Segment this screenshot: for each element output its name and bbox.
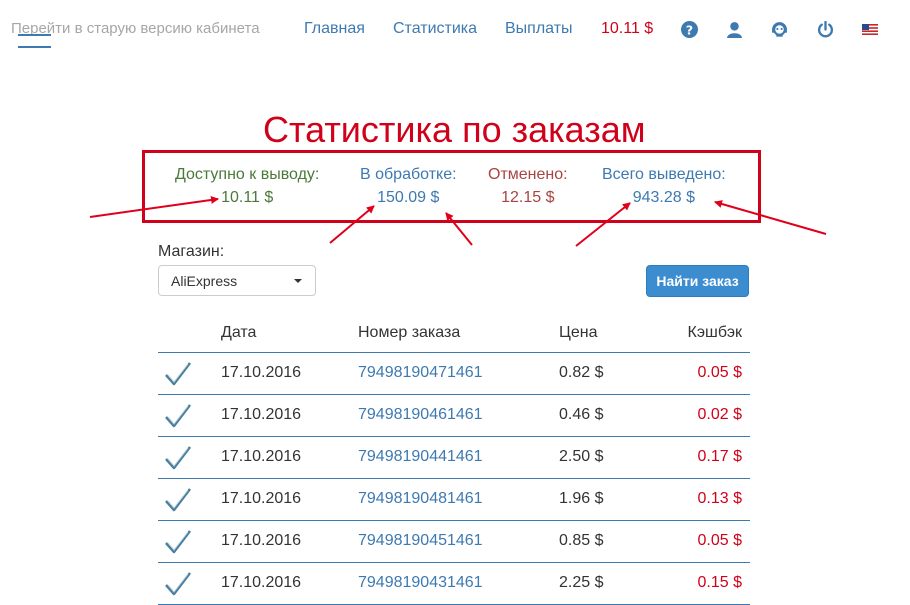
table-row: 17.10.2016 79498190461461 0.46 $ 0.02 $ (158, 395, 750, 437)
menu-icon[interactable] (18, 34, 51, 48)
order-number-link[interactable]: 79498190471461 (358, 364, 483, 382)
order-number-link[interactable]: 79498190461461 (358, 406, 483, 424)
find-order-button[interactable]: Найти заказ (646, 265, 749, 297)
chevron-down-icon (294, 279, 302, 283)
order-date: 17.10.2016 (221, 574, 302, 591)
order-date: 17.10.2016 (221, 490, 302, 507)
checkmark-icon (164, 445, 192, 471)
order-date: 17.10.2016 (221, 406, 302, 423)
cancelled-stat: Отменено: 12.15 $ (488, 166, 568, 207)
order-cashback: 0.02 $ (697, 406, 742, 423)
order-price: 1.96 $ (559, 490, 604, 507)
table-row: 17.10.2016 79498190471461 0.82 $ 0.05 $ (158, 353, 750, 395)
help-icon[interactable]: ? (681, 21, 698, 38)
order-number-link[interactable]: 79498190431461 (358, 574, 483, 592)
cancelled-label: Отменено: (488, 166, 568, 183)
table-row: 17.10.2016 79498190481461 1.96 $ 0.13 $ (158, 479, 750, 521)
orders-table: Дата Номер заказа Цена Кэшбэк 17.10.2016… (158, 312, 750, 605)
nav-stats[interactable]: Статистика (393, 20, 477, 38)
order-price: 2.50 $ (559, 448, 604, 465)
cancelled-value: 12.15 $ (501, 189, 555, 206)
shop-select[interactable]: AliExpress (158, 265, 316, 296)
order-date: 17.10.2016 (221, 448, 302, 465)
header-date: Дата (221, 324, 257, 341)
table-row: 17.10.2016 79498190441461 2.50 $ 0.17 $ (158, 437, 750, 479)
nav-home[interactable]: Главная (304, 20, 365, 38)
us-flag-icon[interactable] (862, 24, 878, 35)
shop-select-value: AliExpress (171, 273, 238, 289)
header-cashback: Кэшбэк (687, 324, 742, 341)
order-cashback: 0.05 $ (697, 532, 742, 549)
processing-value: 150.09 $ (377, 189, 440, 206)
power-icon[interactable] (817, 21, 834, 38)
withdrawn-value: 943.28 $ (632, 189, 695, 206)
balance-badge[interactable]: 10.11 $ (601, 20, 653, 38)
header-price: Цена (559, 324, 598, 341)
order-number-link[interactable]: 79498190451461 (358, 532, 483, 550)
order-cashback: 0.13 $ (697, 490, 742, 507)
page-title: Статистика по заказам (263, 109, 646, 150)
available-stat: Доступно к выводу: 10.11 $ (175, 166, 319, 207)
withdrawn-label: Всего выведено: (602, 166, 726, 183)
available-value: 10.11 $ (221, 189, 274, 206)
header-order: Номер заказа (358, 324, 461, 341)
order-number-link[interactable]: 79498190481461 (358, 490, 483, 508)
table-row: 17.10.2016 79498190431461 2.25 $ 0.15 $ (158, 563, 750, 605)
withdrawn-stat: Всего выведено: 943.28 $ (602, 166, 726, 207)
checkmark-icon (164, 571, 192, 597)
table-header: Дата Номер заказа Цена Кэшбэк (158, 312, 750, 353)
shop-label: Магазин: (158, 243, 225, 260)
order-price: 0.82 $ (559, 364, 604, 381)
order-cashback: 0.15 $ (697, 574, 742, 591)
order-price: 0.46 $ (559, 406, 604, 423)
support-icon[interactable] (771, 21, 788, 38)
order-price: 0.85 $ (559, 532, 604, 549)
order-cashback: 0.05 $ (697, 364, 742, 381)
table-body: 17.10.2016 79498190471461 0.82 $0.05 $17.1… (158, 353, 750, 605)
table-row: 17.10.2016 79498190451461 0.85 $ 0.05 $ (158, 521, 750, 563)
processing-label: В обработке: (360, 166, 457, 183)
available-label: Доступно к выводу: (175, 166, 320, 183)
checkmark-icon (164, 529, 192, 555)
nav-payouts[interactable]: Выплаты (505, 20, 573, 38)
order-date: 17.10.2016 (221, 532, 302, 549)
checkmark-icon (164, 361, 192, 387)
order-number-link[interactable]: 79498190441461 (358, 448, 483, 466)
svg-text:?: ? (686, 23, 693, 38)
order-price: 2.25 $ (559, 574, 604, 591)
checkmark-icon (164, 403, 192, 429)
order-cashback: 0.17 $ (697, 448, 742, 465)
processing-stat: В обработке: 150.09 $ (360, 166, 457, 207)
user-icon[interactable] (726, 21, 743, 38)
checkmark-icon (164, 487, 192, 513)
order-date: 17.10.2016 (221, 364, 302, 381)
